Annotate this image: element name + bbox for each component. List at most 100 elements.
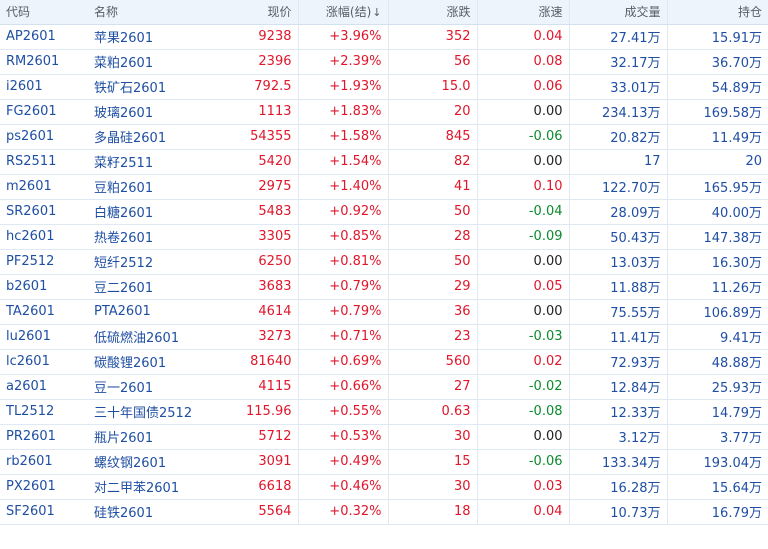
cell-change-pct: +1.58% <box>298 124 389 150</box>
cell-change: 18 <box>388 499 478 525</box>
cell-speed: 0.00 <box>477 249 570 275</box>
cell-name: 硅铁2601 <box>88 499 230 525</box>
column-header-change[interactable]: 涨跌 <box>388 0 478 25</box>
column-header-open-interest[interactable]: 持仓 <box>667 0 768 25</box>
cell-open-interest: 193.04万 <box>667 449 768 475</box>
cell-volume: 75.55万 <box>569 299 668 325</box>
cell-volume: 72.93万 <box>569 349 668 375</box>
cell-open-interest: 16.79万 <box>667 499 768 525</box>
cell-code: lc2601 <box>0 349 88 375</box>
cell-speed: -0.02 <box>477 374 570 400</box>
table-row[interactable]: PF2512 短纤2512 6250 +0.81% 50 0.00 13.03万 16.30万 <box>0 249 768 275</box>
cell-change-pct: +0.85% <box>298 224 389 250</box>
cell-change: 352 <box>388 24 478 50</box>
cell-name: 瓶片2601 <box>88 424 230 450</box>
cell-code: PX2601 <box>0 474 88 500</box>
cell-price: 81640 <box>230 349 299 375</box>
cell-price: 3273 <box>230 324 299 350</box>
table-row[interactable]: RS2511 菜籽2511 5420 +1.54% 82 0.00 17 20 <box>0 149 768 175</box>
cell-open-interest: 40.00万 <box>667 199 768 225</box>
cell-change: 50 <box>388 249 478 275</box>
cell-change: 20 <box>388 99 478 125</box>
cell-name: 热卷2601 <box>88 224 230 250</box>
table-row[interactable]: a2601 豆一2601 4115 +0.66% 27 -0.02 12.84万 25.93万 <box>0 374 768 400</box>
cell-open-interest: 11.49万 <box>667 124 768 150</box>
sort-desc-icon[interactable]: ↓ <box>372 6 381 19</box>
cell-price: 4614 <box>230 299 299 325</box>
cell-price: 5420 <box>230 149 299 175</box>
cell-open-interest: 11.26万 <box>667 274 768 300</box>
table-row[interactable]: ps2601 多晶硅2601 54355 +1.58% 845 -0.06 20.82万 11… <box>0 124 768 150</box>
cell-volume: 33.01万 <box>569 74 668 100</box>
column-header-change-pct[interactable]: 涨幅(结)↓ <box>298 0 389 25</box>
cell-speed: 0.08 <box>477 49 570 75</box>
cell-speed: 0.06 <box>477 74 570 100</box>
table-row[interactable]: TA2601 PTA2601 4614 +0.79% 36 0.00 75.55万 106.8… <box>0 299 768 325</box>
cell-price: 792.5 <box>230 74 299 100</box>
cell-speed: 0.02 <box>477 349 570 375</box>
column-header-name[interactable]: 名称 <box>88 0 230 25</box>
cell-change-pct: +0.49% <box>298 449 389 475</box>
cell-name: 多晶硅2601 <box>88 124 230 150</box>
cell-open-interest: 48.88万 <box>667 349 768 375</box>
cell-code: hc2601 <box>0 224 88 250</box>
table-row[interactable]: AP2601 苹果2601 9238 +3.96% 352 0.04 27.41万 15.91… <box>0 24 768 50</box>
cell-speed: 0.05 <box>477 274 570 300</box>
cell-open-interest: 165.95万 <box>667 174 768 200</box>
cell-code: FG2601 <box>0 99 88 125</box>
cell-speed: -0.09 <box>477 224 570 250</box>
cell-open-interest: 14.79万 <box>667 399 768 425</box>
cell-code: PR2601 <box>0 424 88 450</box>
column-header-price[interactable]: 现价 <box>230 0 299 25</box>
cell-change-pct: +1.40% <box>298 174 389 200</box>
table-row[interactable]: TL2512 三十年国债2512 115.96 +0.55% 0.63 -0.08 12.3… <box>0 399 768 425</box>
cell-change: 36 <box>388 299 478 325</box>
cell-price: 5483 <box>230 199 299 225</box>
table-row[interactable]: lc2601 碳酸锂2601 81640 +0.69% 560 0.02 72.93万 48.… <box>0 349 768 375</box>
cell-volume: 234.13万 <box>569 99 668 125</box>
cell-code: TA2601 <box>0 299 88 325</box>
cell-change-pct: +0.81% <box>298 249 389 275</box>
table-row[interactable]: m2601 豆粕2601 2975 +1.40% 41 0.10 122.70万 165.95… <box>0 174 768 200</box>
cell-speed: -0.08 <box>477 399 570 425</box>
cell-name: 螺纹钢2601 <box>88 449 230 475</box>
table-row[interactable]: RM2601 菜粕2601 2396 +2.39% 56 0.08 32.17万 36.70万 <box>0 49 768 75</box>
cell-name: 苹果2601 <box>88 24 230 50</box>
cell-change-pct: +0.46% <box>298 474 389 500</box>
column-header-speed[interactable]: 涨速 <box>477 0 570 25</box>
cell-change-pct: +0.92% <box>298 199 389 225</box>
cell-change: 0.63 <box>388 399 478 425</box>
cell-change: 30 <box>388 474 478 500</box>
table-row[interactable]: i2601 铁矿石2601 792.5 +1.93% 15.0 0.06 33.01万 54.… <box>0 74 768 100</box>
cell-price: 6250 <box>230 249 299 275</box>
cell-code: RM2601 <box>0 49 88 75</box>
cell-change: 50 <box>388 199 478 225</box>
cell-code: lu2601 <box>0 324 88 350</box>
table-row[interactable]: PR2601 瓶片2601 5712 +0.53% 30 0.00 3.12万 3.77万 <box>0 424 768 450</box>
cell-price: 115.96 <box>230 399 299 425</box>
cell-speed: -0.06 <box>477 124 570 150</box>
cell-name: 菜籽2511 <box>88 149 230 175</box>
table-row[interactable]: lu2601 低硫燃油2601 3273 +0.71% 23 -0.03 11.41万 9.4… <box>0 324 768 350</box>
cell-change-pct: +0.79% <box>298 274 389 300</box>
cell-open-interest: 106.89万 <box>667 299 768 325</box>
cell-volume: 11.88万 <box>569 274 668 300</box>
table-row[interactable]: SR2601 白糖2601 5483 +0.92% 50 -0.04 28.09万 40.00… <box>0 199 768 225</box>
cell-open-interest: 147.38万 <box>667 224 768 250</box>
column-header-volume[interactable]: 成交量 <box>569 0 668 25</box>
table-row[interactable]: hc2601 热卷2601 3305 +0.85% 28 -0.09 50.43万 147.3… <box>0 224 768 250</box>
table-row[interactable]: b2601 豆二2601 3683 +0.79% 29 0.05 11.88万 11.26万 <box>0 274 768 300</box>
table-row[interactable]: FG2601 玻璃2601 1113 +1.83% 20 0.00 234.13万 169.5… <box>0 99 768 125</box>
column-header-code[interactable]: 代码 <box>0 0 88 25</box>
cell-price: 5564 <box>230 499 299 525</box>
cell-volume: 50.43万 <box>569 224 668 250</box>
cell-volume: 16.28万 <box>569 474 668 500</box>
table-row[interactable]: PX2601 对二甲苯2601 6618 +0.46% 30 0.03 16.28万 15.6… <box>0 474 768 500</box>
cell-change: 82 <box>388 149 478 175</box>
table-row[interactable]: SF2601 硅铁2601 5564 +0.32% 18 0.04 10.73万 16.79万 <box>0 499 768 525</box>
cell-price: 9238 <box>230 24 299 50</box>
table-row[interactable]: rb2601 螺纹钢2601 3091 +0.49% 15 -0.06 133.34万 193… <box>0 449 768 475</box>
cell-open-interest: 3.77万 <box>667 424 768 450</box>
cell-code: SR2601 <box>0 199 88 225</box>
cell-name: 短纤2512 <box>88 249 230 275</box>
